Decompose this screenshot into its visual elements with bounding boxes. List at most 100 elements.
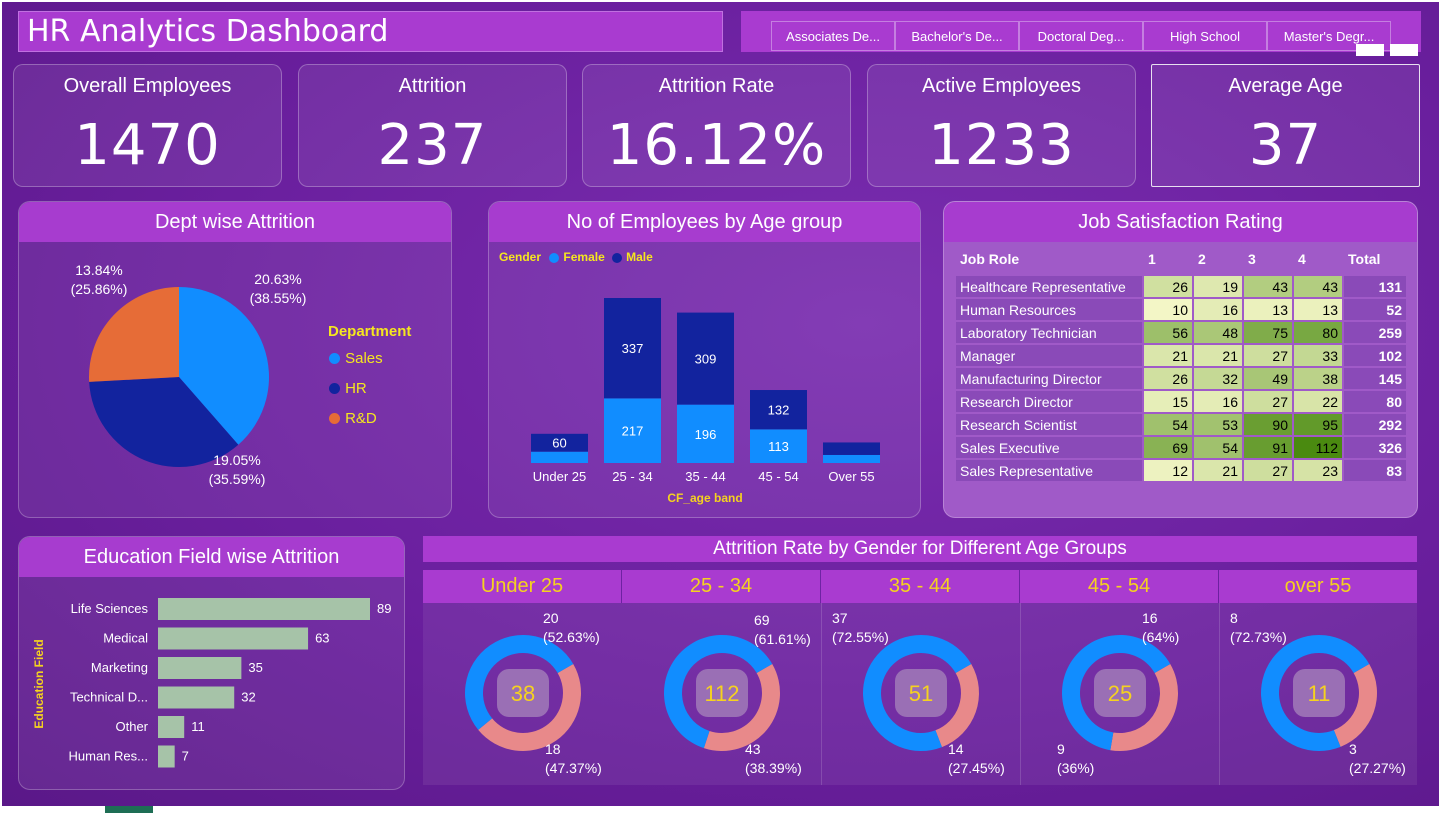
dept-attrition-panel: Dept wise Attrition 20.63% (38.55%) 19.05%… [18,201,452,518]
x-tick-label: Over 55 [828,469,874,484]
bar-value-label: 196 [695,427,717,442]
bar-value-label: 63 [315,631,329,646]
pie-data-label: 20.63% (38.55%) [250,271,307,306]
y-tick-label: Life Sciences [71,601,149,616]
rating-2-cell: 19 [1194,276,1242,297]
table-row[interactable]: Research Director 15 16 27 22 80 [956,391,1406,412]
kpi-card-overall-employees: Overall Employees 1470 [13,64,282,187]
rating-2-cell: 16 [1194,299,1242,320]
bar-value-label: 11 [191,719,205,734]
bar-value-label: 217 [622,424,644,439]
age-group-panel: No of Employees by Age group Gender Fema… [488,201,921,518]
job-role-cell: Manager [956,345,1142,366]
education-slicer: Associates De... Bachelor's De... Doctor… [741,11,1421,52]
rating-4-cell: 95 [1294,414,1342,435]
table-row[interactable]: Sales Representative 12 21 27 23 83 [956,460,1406,481]
age-group-title-25-34: 25 - 34 [622,570,820,603]
donut-total-label: 38 [511,681,535,706]
education-bar[interactable] [158,657,242,679]
kpi-card-average-age[interactable]: Average Age 37 [1151,64,1420,187]
donut-label-top: 8 (72.73%) [1230,610,1287,645]
bar-value-label: 89 [377,601,391,616]
rating-4-cell: 33 [1294,345,1342,366]
rating-2-cell: 16 [1194,391,1242,412]
donut-label-bottom: 3 (27.27%) [1349,741,1406,776]
x-tick-label: Under 25 [533,469,586,484]
bar-value-label: 337 [622,341,644,356]
column-header-1[interactable]: 1 [1144,244,1192,274]
table-header-row: Job Role 1 2 3 4 Total [956,244,1406,274]
legend-item-rd[interactable]: R&D [329,408,377,427]
table-row[interactable]: Human Resources 10 16 13 13 52 [956,299,1406,320]
column-header-4[interactable]: 4 [1294,244,1342,274]
rating-2-cell: 53 [1194,414,1242,435]
column-header-total[interactable]: Total [1344,244,1406,274]
pie-slice-rd[interactable] [89,287,179,382]
column-header-job-role[interactable]: Job Role [956,244,1142,274]
title-bar: HR Analytics Dashboard [18,11,723,52]
rating-1-cell: 10 [1144,299,1192,320]
rating-1-cell: 21 [1144,345,1192,366]
rating-3-cell: 13 [1244,299,1292,320]
education-bar[interactable] [158,686,235,709]
donut-label-bottom: 18 (47.37%) [545,741,602,776]
job-role-cell: Human Resources [956,299,1142,320]
legend-title: Department [328,323,412,340]
education-attrition-panel: Education Field wise Attrition Education… [18,536,405,790]
kpi-label: Average Age [1228,75,1343,97]
slicer-item-high-school[interactable]: High School [1143,21,1267,51]
kpi-value: 1470 [74,113,221,178]
column-header-2[interactable]: 2 [1194,244,1242,274]
table-row[interactable]: Manufacturing Director 26 32 49 38 145 [956,368,1406,389]
rating-3-cell: 27 [1244,460,1292,481]
y-tick-label: Technical D... [70,690,148,705]
total-cell: 102 [1344,345,1406,366]
panel-title: Dept wise Attrition [19,202,451,242]
total-cell: 80 [1344,391,1406,412]
table-row[interactable]: Manager 21 21 27 33 102 [956,345,1406,366]
x-tick-label: 45 - 54 [758,469,798,484]
slicer-scroll-left-button[interactable] [1356,44,1384,56]
kpi-value: 16.12% [606,113,827,178]
slicer-scroll-right-button[interactable] [1390,44,1418,56]
table-row[interactable]: Sales Executive 69 54 91 112 326 [956,437,1406,458]
table-row[interactable]: Healthcare Representative 26 19 43 43 131 [956,276,1406,297]
job-role-cell: Sales Representative [956,460,1142,481]
bar-segment-female[interactable] [823,454,880,463]
slicer-item-associates[interactable]: Associates De... [771,21,895,51]
rating-1-cell: 26 [1144,368,1192,389]
bar-segment-male[interactable] [823,442,880,455]
slicer-item-doctoral[interactable]: Doctoral Deg... [1019,21,1143,51]
page-title: HR Analytics Dashboard [27,14,389,49]
education-bar-chart[interactable]: Life Sciences 89 Medical 63 Marketing 35 Techn… [19,577,405,790]
education-bar[interactable] [158,745,175,768]
rating-3-cell: 27 [1244,345,1292,366]
x-axis-title: CF_age band [667,491,742,505]
kpi-card-active-employees: Active Employees 1233 [867,64,1136,187]
gender-age-title: Attrition Rate by Gender for Different A… [423,536,1417,562]
slicer-item-bachelors[interactable]: Bachelor's De... [895,21,1019,51]
panel-title: No of Employees by Age group [489,202,920,242]
legend-item-hr[interactable]: HR [329,378,367,397]
dept-pie-chart[interactable]: 20.63% (38.55%) 19.05% (35.59%) 13.84% (25.86… [19,242,452,518]
age-group-bar-chart[interactable]: 60 Under 25 217 337 25 - 34 196 309 35 - 44 113 1… [489,242,921,518]
job-role-cell: Manufacturing Director [956,368,1142,389]
donut-label-bottom: 43 (38.39%) [745,741,802,776]
bar-segment-female[interactable] [531,451,588,463]
kpi-value: 37 [1248,113,1323,178]
rating-3-cell: 91 [1244,437,1292,458]
rating-4-cell: 80 [1294,322,1342,343]
education-bar[interactable] [158,716,185,738]
page-tab-indicator[interactable] [105,806,153,813]
table-row[interactable]: Laboratory Technician 56 48 75 80 259 [956,322,1406,343]
legend-item-sales[interactable]: Sales [329,348,383,367]
donut-total-label: 25 [1108,681,1132,706]
education-bar[interactable] [158,598,370,620]
rating-3-cell: 43 [1244,276,1292,297]
pie-data-label: 19.05% (35.59%) [209,452,266,487]
column-header-3[interactable]: 3 [1244,244,1292,274]
legend-dot [329,383,340,394]
table-row[interactable]: Research Scientist 54 53 90 95 292 [956,414,1406,435]
age-group-title-under-25: Under 25 [423,570,621,603]
education-bar[interactable] [158,627,309,650]
